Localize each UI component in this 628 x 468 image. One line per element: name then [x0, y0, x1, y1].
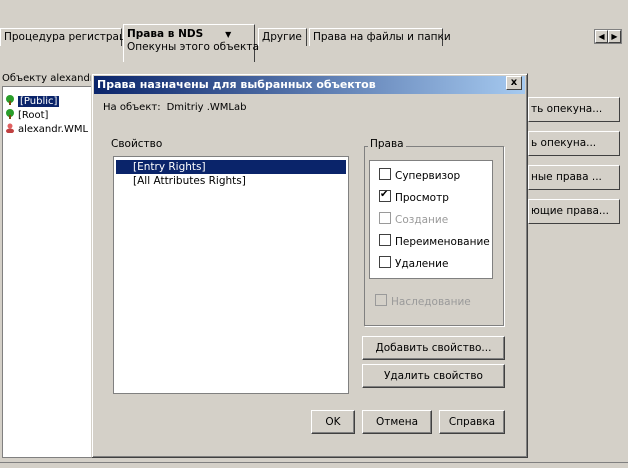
cancel-button[interactable]: Отмена: [362, 410, 432, 434]
help-button[interactable]: Справка: [439, 410, 505, 434]
delete-trustee-label: ь опекуна...: [531, 137, 597, 149]
tree-icon: [5, 109, 15, 119]
checkbox-label: Супервизор: [395, 170, 461, 182]
user-icon: [5, 123, 15, 134]
effective-rights-label: ные права ...: [531, 171, 602, 183]
checkmark-icon: [379, 188, 391, 202]
delete-trustee-button[interactable]: ь опекуна...: [528, 131, 620, 156]
bottom-divider: [0, 462, 628, 463]
checkbox-label: Наследование: [391, 296, 471, 308]
checkbox-label: Переименование: [395, 236, 490, 248]
rights-dialog: Права назначены для выбранных объектов x…: [91, 73, 528, 458]
property-list[interactable]: [Entry Rights] [All Attributes Rights]: [113, 156, 349, 394]
effective-rights-button[interactable]: ные права ...: [528, 165, 620, 190]
list-item[interactable]: [Entry Rights]: [116, 160, 346, 174]
tree-icon: [5, 95, 15, 105]
checkbox-label: Просмотр: [395, 192, 449, 204]
trustee-list[interactable]: [Public] [Root] alexandr.WML: [2, 86, 96, 458]
rights-group-label: Права: [368, 138, 406, 150]
tab-registration-label: Процедура регистрации: [4, 31, 140, 43]
list-item[interactable]: [Public]: [5, 95, 60, 108]
objects-label: Объекту alexandr.W: [2, 73, 94, 84]
ok-button[interactable]: OK: [311, 410, 355, 434]
tab-nds-rights-subtitle: Опекуны этого объекта: [127, 41, 259, 53]
tab-nds-rights-label: Права в NDS: [127, 28, 204, 40]
property-label: Свойство: [111, 138, 163, 150]
close-icon[interactable]: x: [506, 76, 522, 90]
checkbox-supervisor[interactable]: Супервизор: [379, 168, 460, 182]
checkbox-inheritance: Наследование: [375, 294, 471, 308]
remove-property-button[interactable]: Удалить свойство: [362, 364, 505, 388]
checkbox-icon: [379, 256, 391, 268]
tab-other[interactable]: Другие: [258, 28, 307, 46]
checkbox-delete[interactable]: Удаление: [379, 256, 448, 270]
list-item-label: [Root]: [18, 110, 49, 121]
tab-nds-rights[interactable]: Права в NDS ▼ Опекуны этого объекта: [123, 24, 259, 62]
list-item-label: [Public]: [18, 96, 60, 107]
scroll-left-icon[interactable]: ◀: [595, 30, 608, 43]
list-item[interactable]: [All Attributes Rights]: [116, 174, 346, 188]
checkbox-icon: [375, 294, 387, 306]
checkbox-rename[interactable]: Переименование: [379, 234, 490, 248]
scroll-right-icon[interactable]: ▶: [608, 30, 621, 43]
on-object-value: Dmitriy .WMLab: [166, 102, 247, 113]
list-item-label: alexandr.WML: [18, 124, 89, 135]
on-object-label: На объект:: [103, 102, 161, 113]
tab-registration[interactable]: Процедура регистрации: [0, 28, 140, 46]
add-trustee-label: ть опекуна...: [531, 103, 603, 115]
checkbox-icon: [379, 234, 391, 246]
dialog-titlebar[interactable]: Права назначены для выбранных объектов: [94, 76, 525, 94]
tab-file-rights-label: Права на файлы и папки: [313, 31, 451, 43]
rights-checklist: Супервизор Просмотр Создание Переименова…: [369, 160, 493, 279]
chevron-down-icon[interactable]: ▼: [225, 30, 231, 39]
checkbox-icon: [379, 212, 391, 224]
inherited-rights-button[interactable]: ющие права...: [528, 199, 620, 224]
checkbox-icon: [379, 168, 391, 180]
list-item[interactable]: [Root]: [5, 109, 48, 122]
checkbox-label: Создание: [395, 214, 449, 226]
tab-scroll-arrows: ◀ ▶: [594, 29, 622, 44]
checkbox-browse[interactable]: Просмотр: [379, 188, 449, 204]
inherited-rights-label: ющие права...: [531, 205, 609, 217]
tab-file-rights[interactable]: Права на файлы и папки: [309, 28, 451, 46]
checkbox-label: Удаление: [395, 258, 449, 270]
on-object-row: На объект: Dmitriy .WMLab: [103, 102, 246, 113]
add-trustee-button[interactable]: ть опекуна...: [528, 97, 620, 122]
tab-other-label: Другие: [262, 31, 302, 43]
checkbox-create: Создание: [379, 212, 448, 226]
dialog-title: Права назначены для выбранных объектов: [97, 78, 376, 91]
window-top-strip: [0, 0, 628, 20]
add-property-button[interactable]: Добавить свойство...: [362, 336, 505, 360]
list-item[interactable]: alexandr.WML: [5, 123, 88, 136]
